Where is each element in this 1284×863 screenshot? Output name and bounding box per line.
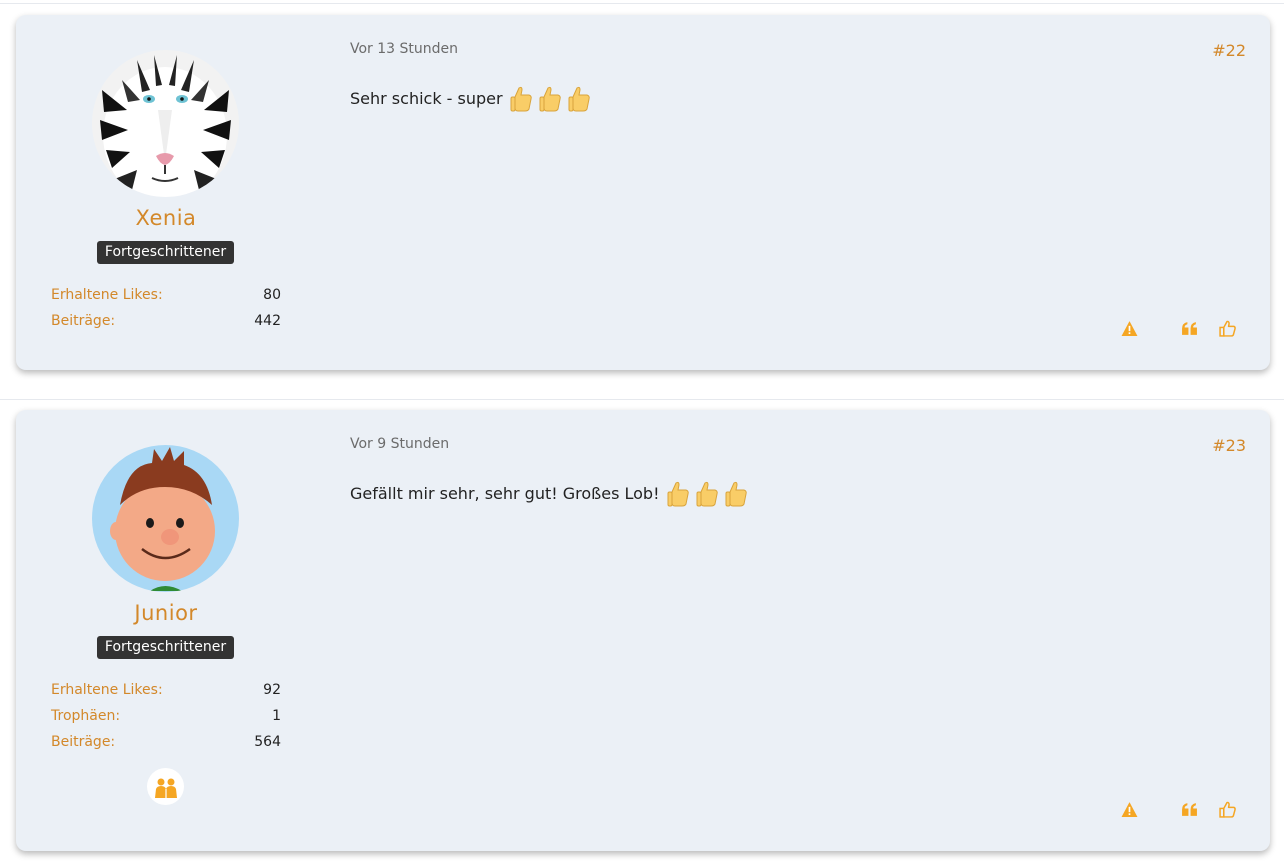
top-divider	[0, 3, 1284, 4]
user-avatar[interactable]	[92, 445, 239, 592]
stat-label[interactable]: Beiträge:	[51, 312, 115, 338]
stat-value: 564	[254, 734, 281, 750]
rank-badge: Fortgeschrittener	[97, 241, 234, 264]
user-stats: Erhaltene Likes: 92 Trophäen: 1 Beiträge…	[51, 681, 281, 759]
thumbs-up-emoji-icon	[568, 86, 590, 112]
thumbs-up-emoji-icon	[539, 86, 561, 112]
stat-row: Erhaltene Likes: 92	[51, 681, 281, 707]
stat-row: Trophäen: 1	[51, 707, 281, 733]
community-trophy-icon[interactable]	[147, 768, 184, 805]
post-content: Gefällt mir sehr, sehr gut! Großes Lob!	[350, 480, 748, 507]
user-stats: Erhaltene Likes: 80 Beiträge: 442	[51, 286, 281, 338]
thumbs-up-emoji-icon	[510, 86, 532, 112]
report-icon[interactable]	[1120, 800, 1138, 818]
like-icon[interactable]	[1218, 319, 1236, 337]
thumbs-up-emoji-icon	[725, 481, 747, 507]
post-number-link[interactable]: #23	[1212, 436, 1246, 455]
post-content: Sehr schick - super	[350, 85, 591, 112]
post-text: Gefällt mir sehr, sehr gut! Großes Lob!	[350, 484, 660, 503]
stat-label[interactable]: Trophäen:	[51, 707, 120, 733]
stat-row: Erhaltene Likes: 80	[51, 286, 281, 312]
like-icon[interactable]	[1218, 800, 1236, 818]
post-actions	[1120, 319, 1236, 337]
post-text: Sehr schick - super	[350, 89, 503, 108]
quote-icon[interactable]	[1180, 319, 1198, 337]
quote-icon[interactable]	[1180, 800, 1198, 818]
username[interactable]: Xenia	[16, 206, 316, 230]
thumbs-up-emoji-icon	[696, 481, 718, 507]
cartoon-boy-avatar	[92, 445, 239, 592]
stat-row: Beiträge: 442	[51, 312, 281, 338]
thumbs-up-emoji-icon	[667, 481, 689, 507]
white-tiger-avatar	[92, 50, 239, 197]
stat-label[interactable]: Beiträge:	[51, 733, 115, 759]
post-number-link[interactable]: #22	[1212, 41, 1246, 60]
post-time[interactable]: Vor 13 Stunden	[350, 41, 458, 57]
rank-badge: Fortgeschrittener	[97, 636, 234, 659]
stat-value: 80	[263, 287, 281, 303]
post-actions	[1120, 800, 1236, 818]
thumbs-up-emojis	[667, 480, 748, 507]
stat-row: Beiträge: 564	[51, 733, 281, 759]
report-icon[interactable]	[1120, 319, 1138, 337]
post-card: Xenia Fortgeschrittener Erhaltene Likes:…	[16, 15, 1270, 370]
stat-label[interactable]: Erhaltene Likes:	[51, 681, 163, 707]
stat-value: 92	[263, 682, 281, 698]
thumbs-up-emojis	[510, 85, 591, 112]
post-time[interactable]: Vor 9 Stunden	[350, 436, 449, 452]
stat-value: 442	[254, 313, 281, 329]
stat-value: 1	[272, 708, 281, 724]
post-divider	[0, 399, 1284, 400]
stat-label[interactable]: Erhaltene Likes:	[51, 286, 163, 312]
user-avatar[interactable]	[92, 50, 239, 197]
username[interactable]: Junior	[16, 601, 316, 625]
post-card: Junior Fortgeschrittener Erhaltene Likes…	[16, 410, 1270, 851]
